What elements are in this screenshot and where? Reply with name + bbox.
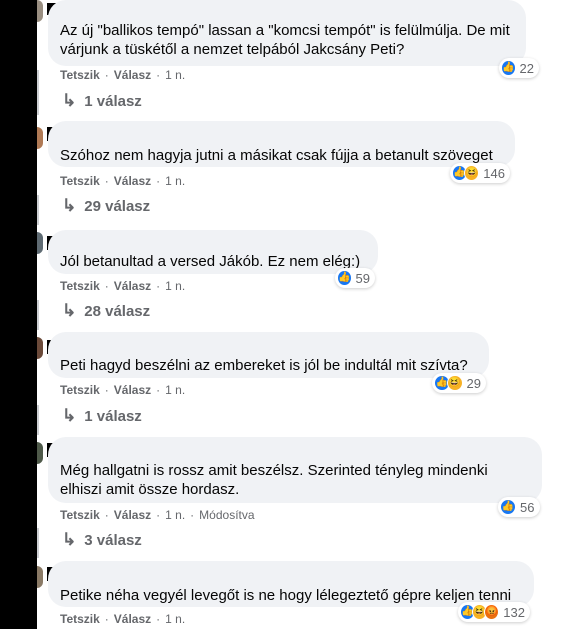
comment-bubble: Szóhoz nem hagyja jutni a másikat csak f…	[48, 121, 515, 167]
reaction-count: 146	[483, 165, 505, 181]
angry-reaction-icon: 😡	[484, 604, 500, 620]
view-replies-link[interactable]: ↳ 3 válasz	[62, 530, 142, 550]
separator-dot: ·	[104, 508, 109, 522]
separator-dot: ·	[156, 174, 161, 188]
comment-bubble: Jól betanultad a versed Jákób. Ez nem el…	[48, 230, 378, 274]
thread-line	[37, 528, 39, 558]
comment-text: Még hallgatni is rossz amit beszélsz. Sz…	[60, 462, 488, 498]
like-reaction-icon: 👍	[337, 270, 352, 286]
like-button[interactable]: Tetszik	[60, 508, 100, 522]
separator-dot: ·	[156, 508, 161, 522]
edited-label[interactable]: Módosítva	[199, 508, 254, 522]
separator-dot: ·	[156, 612, 161, 626]
reaction-summary[interactable]: 👍 😆 146	[450, 163, 510, 183]
separator-dot: ·	[104, 612, 109, 626]
comment-bubble: Az új "ballikos tempó" lassan a "komcsi …	[48, 0, 526, 66]
reaction-count: 22	[519, 60, 534, 76]
reply-arrow-icon: ↳	[62, 406, 77, 425]
reply-button[interactable]: Válasz	[114, 508, 151, 522]
separator-dot: ·	[104, 279, 109, 293]
separator-dot: ·	[104, 383, 109, 397]
like-button[interactable]: Tetszik	[60, 612, 100, 626]
comment-text: Szóhoz nem hagyja jutni a másikat csak f…	[60, 147, 493, 164]
timestamp[interactable]: 1 n.	[165, 68, 185, 82]
separator-dot: ·	[190, 508, 195, 522]
avatar[interactable]	[37, 232, 43, 254]
avatar[interactable]	[37, 0, 43, 22]
like-button[interactable]: Tetszik	[60, 68, 100, 82]
reply-arrow-icon: ↳	[62, 91, 77, 110]
reaction-count: 132	[503, 604, 525, 620]
comment-bubble: Peti hagyd beszélni az embereket is jól …	[48, 332, 489, 378]
reply-button[interactable]: Válasz	[114, 279, 151, 293]
avatar[interactable]	[37, 566, 43, 588]
like-reaction-icon: 👍	[500, 499, 516, 515]
separator-dot: ·	[156, 383, 161, 397]
reaction-count: 56	[520, 499, 535, 515]
comment-text: Jól betanultad a versed Jákób. Ez nem el…	[60, 253, 361, 270]
reply-arrow-icon: ↳	[62, 196, 77, 215]
reaction-summary[interactable]: 👍 22	[499, 58, 539, 78]
comment-text: Petike néha vegyél levegőt is ne hogy lé…	[60, 587, 512, 604]
timestamp[interactable]: 1 n.	[165, 612, 185, 626]
like-button[interactable]: Tetszik	[60, 174, 100, 188]
timestamp[interactable]: 1 n.	[165, 279, 185, 293]
reply-arrow-icon: ↳	[62, 301, 77, 320]
reply-arrow-icon: ↳	[62, 530, 77, 549]
replies-count: 1 válasz	[84, 92, 142, 110]
reaction-count: 59	[355, 270, 370, 286]
reaction-summary[interactable]: 👍 59	[335, 268, 375, 288]
comment-text: Peti hagyd beszélni az embereket is jól …	[60, 357, 468, 374]
haha-reaction-icon: 😆	[464, 165, 480, 181]
view-replies-link[interactable]: ↳ 1 válasz	[62, 91, 142, 111]
view-replies-link[interactable]: ↳ 28 válasz	[62, 301, 150, 321]
thread-line	[37, 405, 39, 435]
reply-button[interactable]: Válasz	[114, 612, 151, 626]
reply-button[interactable]: Válasz	[114, 68, 151, 82]
reaction-summary[interactable]: 👍 😆 😡 132	[458, 602, 530, 622]
reply-button[interactable]: Válasz	[114, 174, 151, 188]
like-button[interactable]: Tetszik	[60, 383, 100, 397]
view-replies-link[interactable]: ↳ 29 válasz	[62, 196, 150, 216]
separator-dot: ·	[156, 68, 161, 82]
like-button[interactable]: Tetszik	[60, 279, 100, 293]
cropped-left-edge	[0, 0, 37, 629]
thread-line	[37, 70, 39, 115]
reaction-count: 29	[466, 375, 481, 391]
timestamp[interactable]: 1 n.	[165, 383, 185, 397]
reaction-summary[interactable]: 👍 😆 29	[432, 373, 486, 393]
timestamp[interactable]: 1 n.	[165, 508, 185, 522]
comment-bubble: Még hallgatni is rossz amit beszélsz. Sz…	[48, 437, 542, 503]
haha-reaction-icon: 😆	[446, 375, 463, 391]
like-reaction-icon: 👍	[501, 60, 516, 76]
comment-bubble: Petike néha vegyél levegőt is ne hogy lé…	[48, 561, 534, 607]
separator-dot: ·	[104, 68, 109, 82]
separator-dot: ·	[104, 174, 109, 188]
avatar[interactable]	[37, 127, 43, 149]
thread-line	[37, 300, 39, 330]
replies-count: 28 válasz	[84, 302, 151, 320]
avatar[interactable]	[37, 337, 43, 359]
replies-count: 3 válasz	[84, 531, 142, 549]
view-replies-link[interactable]: ↳ 1 válasz	[62, 406, 142, 426]
reaction-summary[interactable]: 👍 56	[498, 497, 540, 517]
separator-dot: ·	[156, 279, 161, 293]
timestamp[interactable]: 1 n.	[165, 174, 185, 188]
comment-text: Az új "ballikos tempó" lassan a "komcsi …	[60, 22, 510, 58]
avatar[interactable]	[37, 442, 43, 464]
replies-count: 1 válasz	[84, 407, 142, 425]
replies-count: 29 válasz	[84, 197, 151, 215]
reply-button[interactable]: Válasz	[114, 383, 151, 397]
thread-line	[37, 195, 39, 225]
